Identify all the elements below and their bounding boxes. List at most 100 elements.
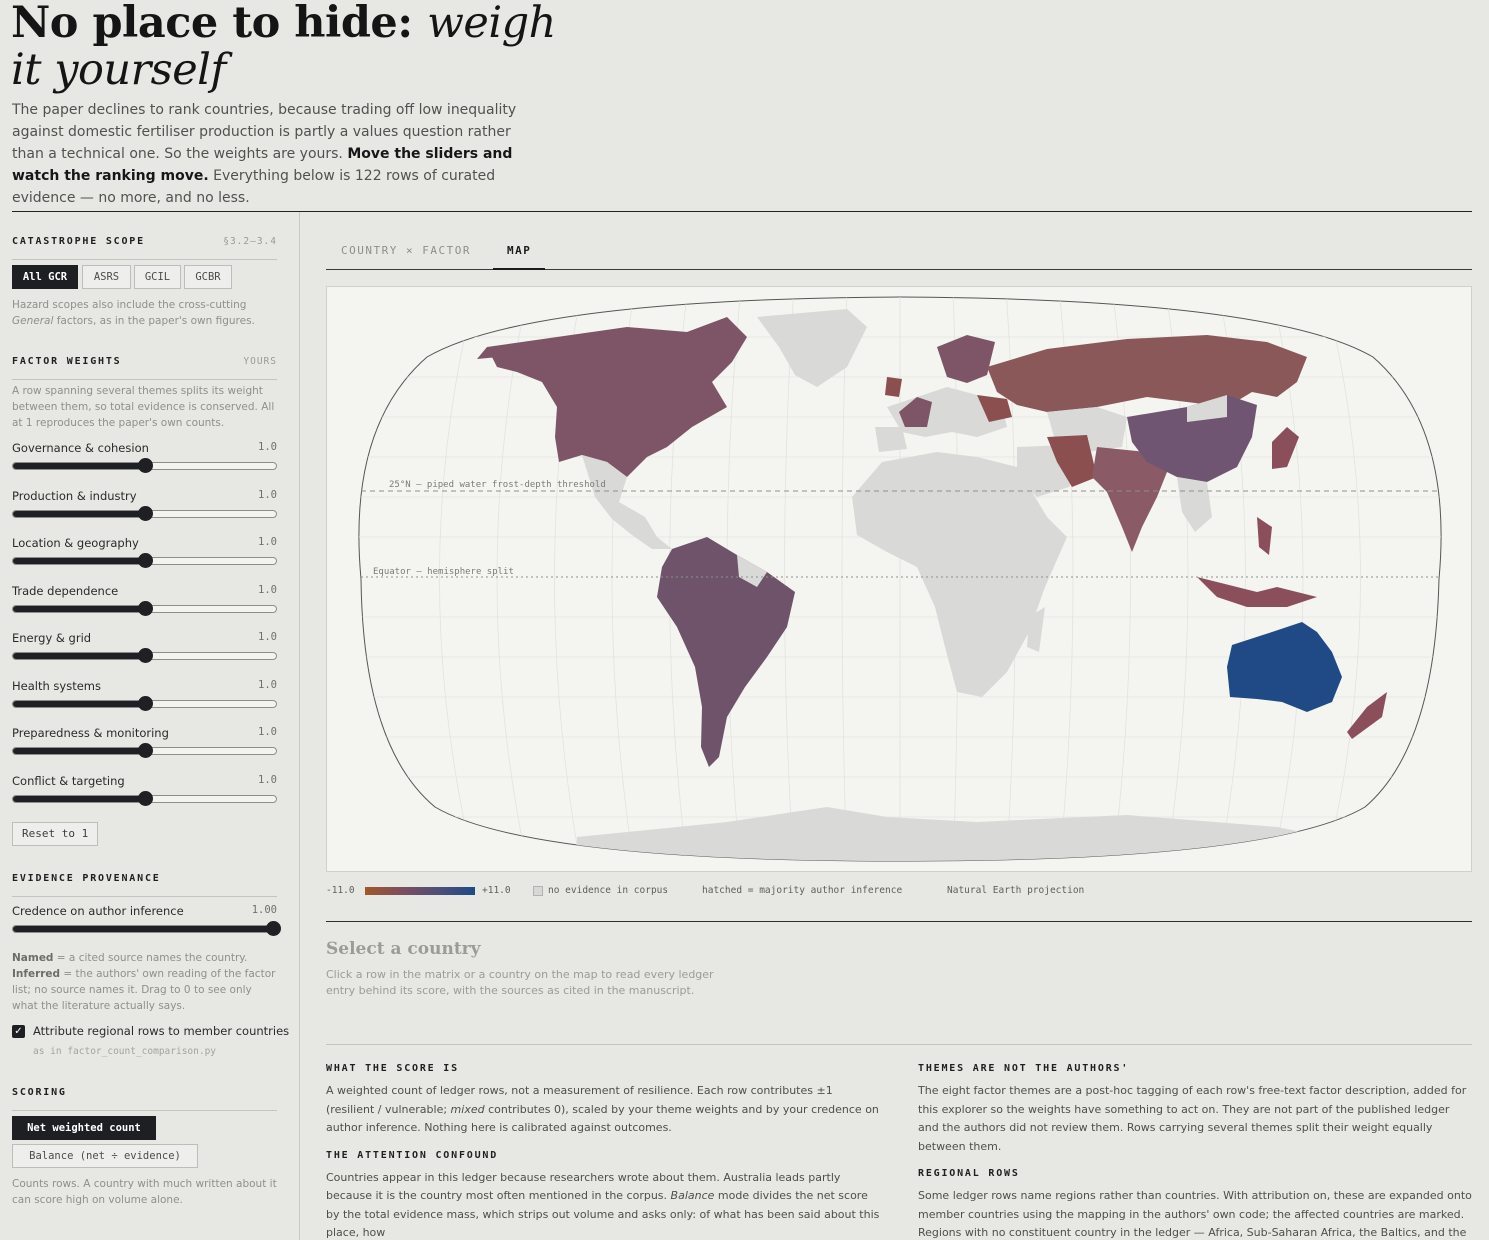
legend-min: -11.0 bbox=[326, 885, 355, 896]
provenance-note: Named = a cited source names the country… bbox=[12, 952, 276, 1012]
note-heading-themes: THEMES ARE NOT THE AUTHORS' bbox=[918, 1063, 1130, 1074]
legend-gradient bbox=[365, 887, 475, 895]
controls-sidebar: CATASTROPHE SCOPE §3.2–3.4 All GCR ASRS … bbox=[0, 212, 300, 1240]
credence-slider-fill bbox=[13, 926, 274, 932]
note-regional-text: Some ledger rows name regions rather tha… bbox=[918, 1189, 1472, 1239]
notes-column-left: WHAT THE SCORE IS A weighted count of le… bbox=[326, 1063, 881, 1240]
weight-slider-value: 1.0 bbox=[258, 678, 277, 691]
map-divider bbox=[326, 921, 1472, 922]
weight-slider-label: Energy & grid bbox=[12, 631, 92, 645]
country-detail-title: Select a country bbox=[326, 939, 481, 959]
weight-slider-value: 1.0 bbox=[258, 536, 277, 548]
weight-slider-label: Location & geography bbox=[12, 536, 139, 550]
map-legend: -11.0 +11.0 no evidence in corpus hatche… bbox=[326, 884, 1472, 900]
weight-slider-handle[interactable] bbox=[138, 648, 153, 663]
weight-slider-value: 1.0 bbox=[258, 726, 277, 738]
scope-header: CATASTROPHE SCOPE §3.2–3.4 bbox=[12, 236, 277, 260]
weight-slider-label: Trade dependence bbox=[12, 583, 119, 598]
weight-slider-handle[interactable] bbox=[138, 553, 153, 568]
weight-slider-fill bbox=[13, 700, 146, 707]
weight-slider-value: 1.0 bbox=[258, 631, 277, 643]
weight-slider-fill bbox=[13, 510, 146, 517]
credence-slider-handle[interactable] bbox=[266, 921, 281, 936]
scope-option-all-gcr[interactable]: All GCR bbox=[12, 265, 78, 289]
weight-slider-fill bbox=[13, 748, 146, 754]
weight-slider-value: 1.0 bbox=[258, 441, 277, 453]
weight-slider-label: Governance & cohesion bbox=[12, 441, 149, 455]
weights-note: A row spanning several themes splits its… bbox=[12, 385, 275, 429]
weight-slider-row: Production & industry 1.0 bbox=[12, 489, 277, 531]
no-evidence-swatch bbox=[533, 886, 543, 896]
notes-column-right: THEMES ARE NOT THE AUTHORS' The eight fa… bbox=[918, 1063, 1473, 1240]
provenance-header: EVIDENCE PROVENANCE bbox=[12, 873, 277, 897]
view-tabs: COUNTRY × FACTOR MAP bbox=[326, 233, 1472, 270]
weight-slider-fill bbox=[13, 463, 146, 469]
weight-slider-row: Location & geography 1.0 bbox=[12, 536, 277, 578]
weight-slider-label: Production & industry bbox=[12, 488, 137, 503]
credence-slider-track[interactable] bbox=[12, 925, 277, 933]
weight-slider-row: Health systems 1.0 bbox=[12, 679, 277, 721]
weight-slider-fill bbox=[13, 558, 146, 564]
attribute-source-note: as in factor_count_comparison.py bbox=[33, 1046, 217, 1057]
weight-slider-handle[interactable] bbox=[138, 600, 153, 616]
intro-text: The paper declines to rank countries, be… bbox=[12, 102, 517, 206]
scoring-note: Counts rows. A country with much written… bbox=[12, 1178, 277, 1206]
scope-option-gcil[interactable]: GCIL bbox=[134, 265, 181, 289]
scope-option-gcbr[interactable]: GCBR bbox=[184, 265, 232, 289]
world-map[interactable]: 25°N — piped water frost-depth threshold… bbox=[326, 286, 1472, 872]
country-uk[interactable] bbox=[885, 377, 902, 397]
scope-note: Hazard scopes also include the cross-cut… bbox=[12, 299, 255, 327]
note-attention-text: Countries appear in this ledger because … bbox=[326, 1170, 880, 1240]
weight-slider-row: Governance & cohesion 1.0 bbox=[12, 441, 277, 483]
weight-slider-value: 1.0 bbox=[258, 773, 277, 786]
weight-slider-fill bbox=[13, 795, 146, 802]
weight-slider-row: Preparedness & monitoring 1.0 bbox=[12, 726, 277, 768]
attribute-regional-label[interactable]: Attribute regional rows to member countr… bbox=[33, 1024, 289, 1038]
scope-option-asrs[interactable]: ASRS bbox=[82, 265, 131, 289]
weight-slider-row: Energy & grid 1.0 bbox=[12, 631, 277, 673]
scoring-header: SCORING bbox=[12, 1087, 277, 1111]
weight-slider-fill bbox=[13, 653, 146, 659]
title-bold: No place to hide: bbox=[11, 0, 413, 48]
tab-country-factor[interactable]: COUNTRY × FACTOR bbox=[341, 233, 471, 270]
weight-slider-handle[interactable] bbox=[138, 458, 153, 473]
scoring-balance-button[interactable]: Balance (net ÷ evidence) bbox=[12, 1144, 198, 1168]
credence-slider-row: Credence on author inference 1.00 bbox=[12, 904, 281, 946]
notes-divider bbox=[326, 1044, 1472, 1045]
weight-slider-row: Conflict & targeting 1.0 bbox=[12, 774, 277, 816]
scoring-net-weighted-button[interactable]: Net weighted count bbox=[12, 1116, 156, 1140]
legend-projection: Natural Earth projection bbox=[947, 885, 1085, 896]
reset-weights-button[interactable]: Reset to 1 bbox=[12, 822, 99, 846]
credence-label: Credence on author inference bbox=[12, 904, 184, 918]
weight-slider-label: Preparedness & monitoring bbox=[12, 726, 169, 740]
weight-slider-row: Trade dependence 1.0 bbox=[12, 584, 277, 626]
note-heading-attention: THE ATTENTION CONFOUND bbox=[326, 1149, 499, 1161]
weight-slider-handle[interactable] bbox=[138, 695, 153, 711]
weight-slider-label: Conflict & targeting bbox=[12, 773, 125, 788]
country-iberia[interactable] bbox=[875, 427, 907, 452]
attribute-regional-checkbox-row[interactable]: ✓ Attribute regional rows to member coun… bbox=[12, 1024, 292, 1040]
weight-slider-value: 1.0 bbox=[258, 488, 277, 501]
legend-max: +11.0 bbox=[482, 885, 511, 896]
credence-value: 1.00 bbox=[251, 904, 277, 916]
weight-slider-handle[interactable] bbox=[138, 505, 153, 521]
weight-slider-value: 1.0 bbox=[258, 583, 277, 596]
tab-map[interactable]: MAP bbox=[493, 233, 546, 270]
weight-slider-handle[interactable] bbox=[138, 790, 153, 806]
label-equator: Equator — hemisphere split bbox=[373, 567, 514, 577]
weight-slider-handle[interactable] bbox=[138, 743, 153, 758]
world-map-svg[interactable]: 25°N — piped water frost-depth threshold… bbox=[327, 287, 1472, 872]
note-heading-regional: REGIONAL ROWS bbox=[918, 1168, 1020, 1179]
legend-hatched: hatched = majority author inference bbox=[702, 885, 903, 896]
note-heading-score: WHAT THE SCORE IS bbox=[326, 1063, 459, 1074]
page-title: No place to hide: weigh it yourself bbox=[11, 0, 571, 94]
label-25n: 25°N — piped water frost-depth threshold bbox=[389, 480, 606, 490]
weights-header: FACTOR WEIGHTS YOURS bbox=[12, 356, 277, 380]
note-score-text: A weighted count of ledger rows, not a m… bbox=[326, 1084, 879, 1134]
note-themes-text: The eight factor themes are a post-hoc t… bbox=[918, 1084, 1467, 1153]
checkbox-checked-icon[interactable]: ✓ bbox=[12, 1025, 25, 1038]
weight-slider-fill bbox=[13, 605, 146, 612]
country-detail-desc: Click a row in the matrix or a country o… bbox=[326, 968, 714, 997]
weight-slider-label: Health systems bbox=[12, 678, 101, 693]
legend-no-evidence: no evidence in corpus bbox=[548, 885, 669, 896]
